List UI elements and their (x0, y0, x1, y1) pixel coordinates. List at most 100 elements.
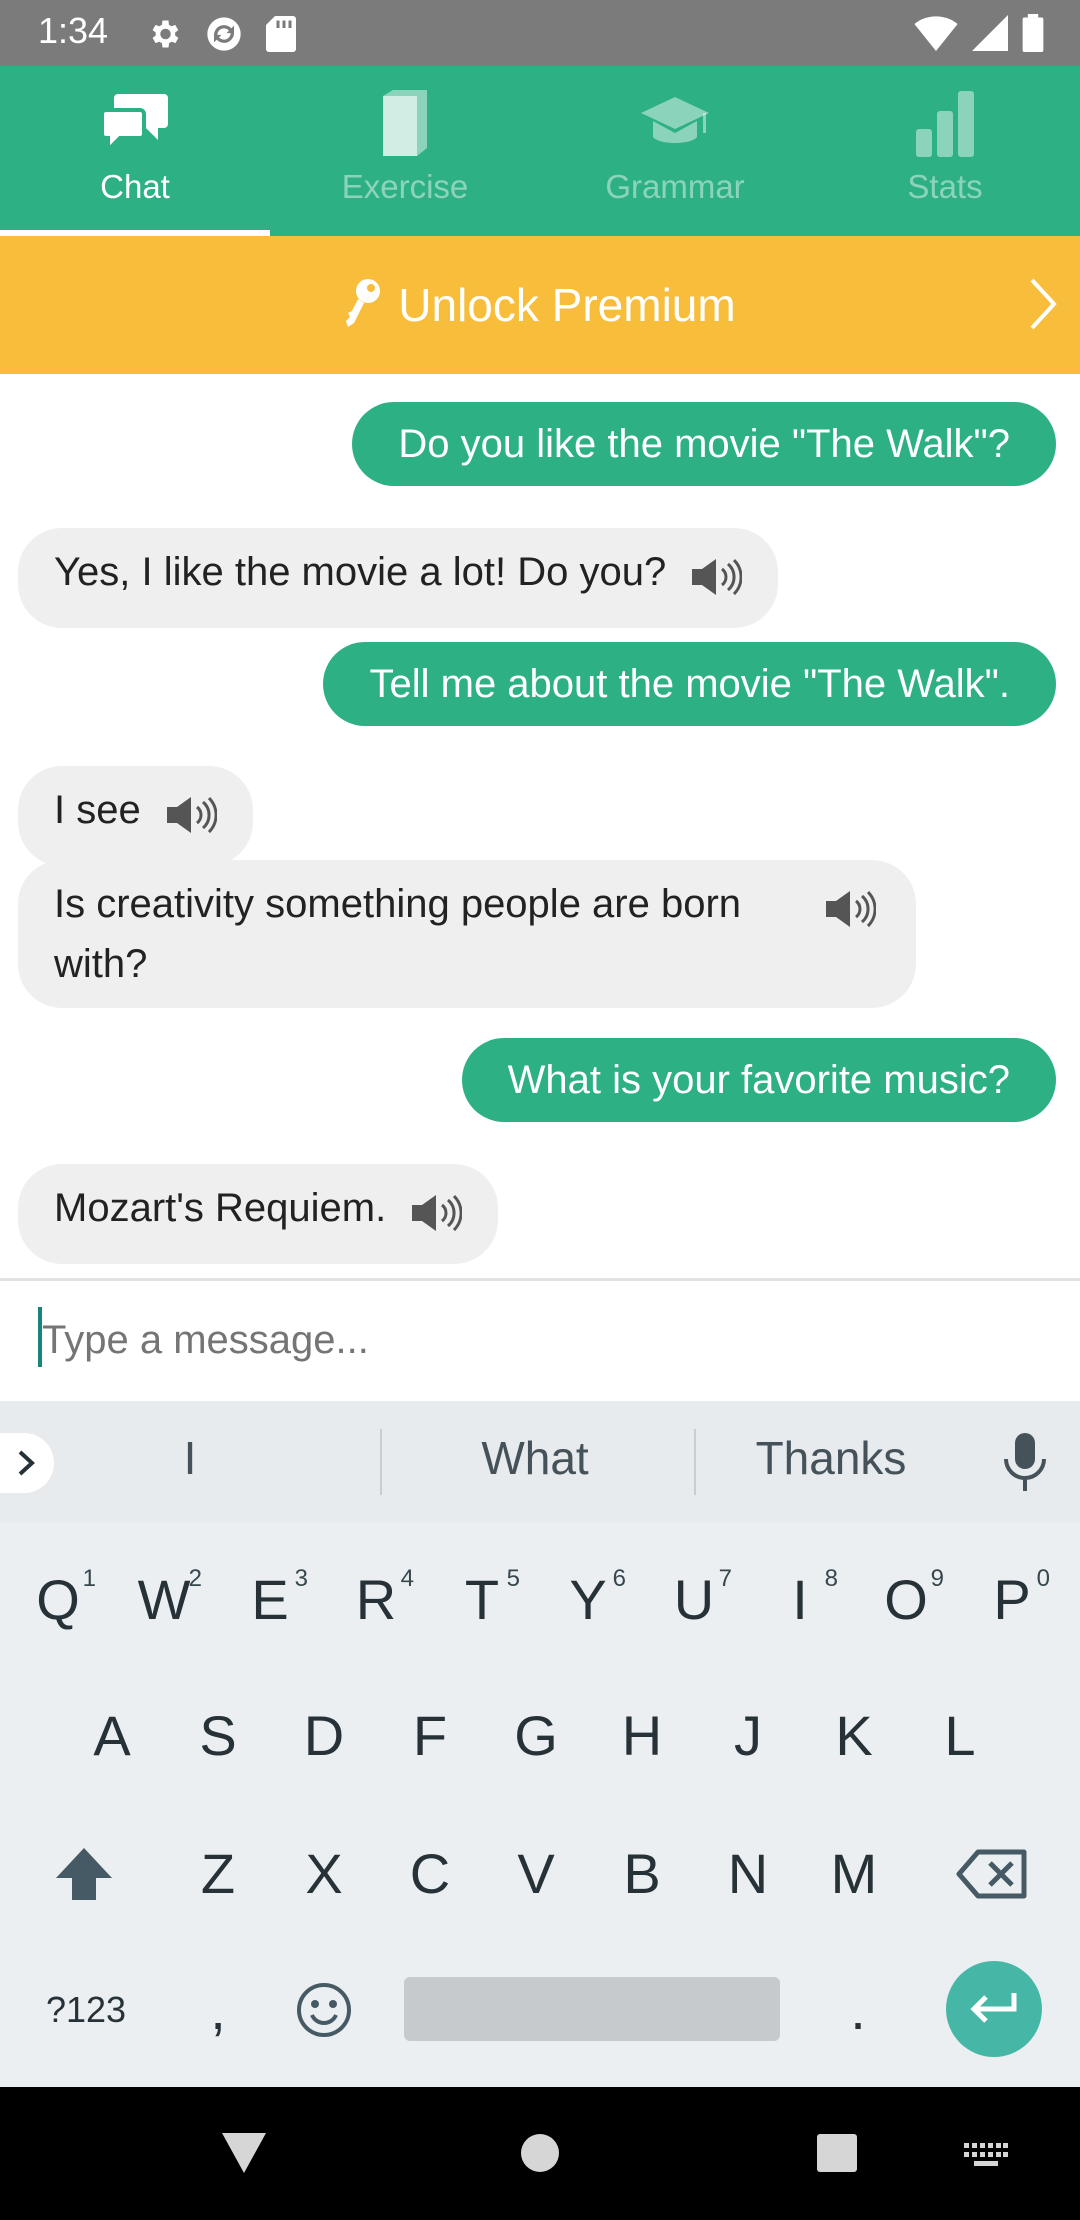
keyboard-switch-icon[interactable] (964, 2143, 1008, 2172)
suggestion-divider (694, 1429, 696, 1495)
settings-gear-icon (146, 16, 182, 57)
speaker-icon[interactable] (824, 886, 877, 946)
key-x[interactable]: X (274, 1819, 374, 1929)
symbols-key[interactable]: ?123 (22, 1955, 150, 2065)
key-number-hint: 7 (718, 1565, 732, 1592)
key-number-hint: 2 (188, 1565, 202, 1592)
key-a[interactable]: A (62, 1681, 162, 1791)
message-text: Yes, I like the movie a lot! Do you? (54, 550, 667, 594)
unlock-premium-banner[interactable]: Unlock Premium (0, 236, 1080, 374)
key-q[interactable]: Q1 (8, 1545, 108, 1655)
bot-message-bubble: Yes, I like the movie a lot! Do you? (18, 528, 779, 628)
enter-key[interactable] (946, 1961, 1042, 2057)
sync-icon (204, 14, 244, 59)
key-g[interactable]: G (486, 1681, 586, 1791)
backspace-icon (956, 1849, 1027, 1899)
graduation-cap-icon (639, 86, 711, 160)
key-w[interactable]: W2 (114, 1545, 214, 1655)
premium-label: Unlock Premium (398, 279, 736, 331)
key-o[interactable]: O9 (856, 1545, 956, 1655)
book-icon (379, 86, 431, 160)
suggestion-divider (380, 1429, 382, 1495)
key-s[interactable]: S (168, 1681, 268, 1791)
emoji-key[interactable] (274, 1955, 374, 2065)
text-caret (38, 1307, 42, 1367)
key-letter: O (884, 1568, 928, 1631)
key-e[interactable]: E3 (220, 1545, 320, 1655)
key-f[interactable]: F (380, 1681, 480, 1791)
key-d[interactable]: D (274, 1681, 374, 1791)
key-r[interactable]: R4 (326, 1545, 426, 1655)
key-icon (344, 277, 384, 334)
key-number-hint: 9 (930, 1565, 944, 1592)
expand-toolbar-button[interactable] (0, 1433, 54, 1493)
key-i[interactable]: I8 (750, 1545, 850, 1655)
key-b[interactable]: B (592, 1819, 692, 1929)
speaker-icon[interactable] (690, 554, 743, 614)
key-number-hint: 3 (294, 1565, 308, 1592)
key-number-hint: 1 (82, 1565, 96, 1592)
cell-signal-icon (972, 15, 1008, 56)
recents-icon[interactable] (816, 2133, 858, 2178)
space-bar[interactable] (404, 1977, 780, 2041)
suggestion-strip: I What Thanks (0, 1401, 1080, 1523)
message-input[interactable] (38, 1305, 1038, 1375)
key-k[interactable]: K (804, 1681, 904, 1791)
speaker-icon[interactable] (165, 792, 218, 852)
tab-exercise[interactable]: Exercise (270, 66, 540, 236)
message-text: I see (54, 788, 141, 832)
soft-keyboard: I What Thanks Q1 W2 E3 R4 T5 Y6 U7 I8 O9… (0, 1401, 1080, 2087)
key-letter: E (251, 1568, 289, 1631)
period-key[interactable]: . (808, 1955, 908, 2065)
home-icon[interactable] (520, 2133, 560, 2178)
key-y[interactable]: Y6 (538, 1545, 638, 1655)
tab-label: Chat (100, 168, 170, 205)
key-z[interactable]: Z (168, 1819, 268, 1929)
enter-icon (970, 1993, 1017, 2023)
chat-message-list[interactable]: Do you like the movie "The Walk"? Yes, I… (0, 374, 1080, 1278)
tab-grammar[interactable]: Grammar (540, 66, 810, 236)
comma-key[interactable]: , (168, 1955, 268, 2065)
chat-icon (100, 86, 170, 160)
sd-card-icon (266, 16, 296, 57)
tab-chat[interactable]: Chat (0, 66, 270, 236)
key-number-hint: 4 (400, 1565, 414, 1592)
key-p[interactable]: P0 (962, 1545, 1062, 1655)
key-letter: U (673, 1568, 715, 1631)
top-tab-bar: Chat Exercise Grammar Stats (0, 66, 1080, 236)
back-icon[interactable] (220, 2131, 268, 2180)
key-l[interactable]: L (910, 1681, 1010, 1791)
status-bar: 1:34 (0, 0, 1080, 66)
shift-key[interactable] (34, 1819, 134, 1929)
message-text: Is creativity something people are born … (54, 882, 742, 986)
emoji-icon (297, 1983, 351, 2037)
key-m[interactable]: M (804, 1819, 904, 1929)
battery-icon (1022, 14, 1044, 57)
tab-label: Stats (907, 168, 983, 205)
tab-stats[interactable]: Stats (810, 66, 1080, 236)
key-letter: I (792, 1568, 808, 1631)
key-j[interactable]: J (698, 1681, 798, 1791)
key-u[interactable]: U7 (644, 1545, 744, 1655)
message-text: Mozart's Requiem. (54, 1186, 387, 1230)
key-t[interactable]: T5 (432, 1545, 532, 1655)
user-message-bubble: What is your favorite music? (461, 1038, 1056, 1122)
key-v[interactable]: V (486, 1819, 586, 1929)
speaker-icon[interactable] (410, 1190, 463, 1250)
key-n[interactable]: N (698, 1819, 798, 1929)
bot-message-bubble: Is creativity something people are born … (18, 860, 916, 1008)
message-text: Do you like the movie "The Walk"? (398, 422, 1010, 466)
microphone-icon[interactable] (1000, 1431, 1050, 1498)
backspace-key[interactable] (942, 1819, 1042, 1929)
key-letter: R (355, 1568, 397, 1631)
suggestion-3[interactable]: Thanks (700, 1431, 962, 1485)
key-h[interactable]: H (592, 1681, 692, 1791)
bar-chart-icon (914, 86, 976, 160)
tab-label: Exercise (341, 168, 469, 205)
bot-message-bubble: Mozart's Requiem. (18, 1164, 499, 1264)
suggestion-1[interactable]: I (140, 1431, 240, 1485)
user-message-bubble: Do you like the movie "The Walk"? (352, 402, 1056, 486)
suggestion-2[interactable]: What (400, 1431, 670, 1485)
key-c[interactable]: C (380, 1819, 480, 1929)
tab-label: Grammar (605, 168, 745, 205)
